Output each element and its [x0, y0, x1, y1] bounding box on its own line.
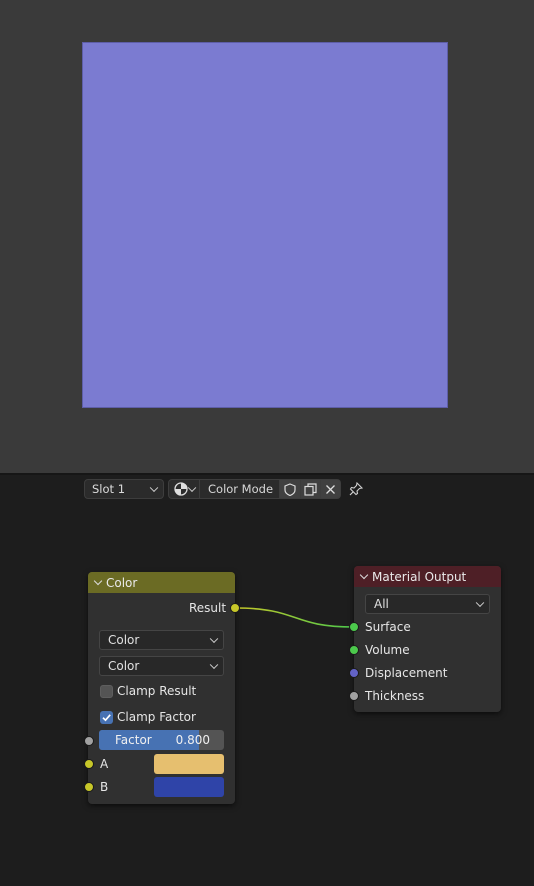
- pin-button[interactable]: [347, 480, 365, 498]
- volume-input-label: Volume: [365, 643, 410, 657]
- result-output-label: Result: [189, 601, 227, 615]
- chevron-down-icon: [149, 483, 159, 493]
- displacement-input-label: Displacement: [365, 666, 448, 680]
- clamp-result-checkbox[interactable]: [100, 685, 113, 698]
- material-preview: [82, 42, 448, 408]
- preview-area: [0, 0, 534, 473]
- blend-type-select[interactable]: Color: [99, 630, 224, 650]
- chevron-down-icon: [475, 598, 485, 608]
- output-target-select[interactable]: All: [365, 594, 490, 614]
- collapse-chevron-icon[interactable]: [359, 570, 369, 580]
- mode-button-group: Color Mode: [168, 479, 341, 499]
- chevron-down-icon: [209, 634, 219, 644]
- clamp-result-label: Clamp Result: [117, 684, 197, 698]
- duplicate-button[interactable]: [301, 479, 321, 499]
- fake-user-button[interactable]: [280, 479, 301, 499]
- color-mode-field[interactable]: Color Mode: [200, 479, 280, 499]
- collapse-chevron-icon[interactable]: [93, 576, 103, 586]
- input-a-color-swatch[interactable]: [154, 754, 224, 774]
- chevron-down-icon: [209, 660, 219, 670]
- input-a-socket[interactable]: [84, 759, 94, 769]
- clamp-factor-label: Clamp Factor: [117, 710, 196, 724]
- input-b-socket[interactable]: [84, 782, 94, 792]
- thickness-input-label: Thickness: [365, 689, 425, 703]
- shield-icon: [284, 482, 296, 496]
- input-b-color-swatch[interactable]: [154, 777, 224, 797]
- surface-input-socket[interactable]: [349, 622, 359, 632]
- color-node-header[interactable]: Color: [88, 572, 235, 593]
- blend-mode-label: Color: [108, 659, 140, 673]
- input-b-label: B: [100, 780, 109, 794]
- surface-input-label: Surface: [365, 620, 411, 634]
- thickness-input-socket[interactable]: [349, 691, 359, 701]
- pin-icon: [349, 482, 363, 496]
- close-icon: [326, 484, 335, 494]
- duplicate-icon: [304, 482, 317, 496]
- checkmark-icon: [102, 714, 111, 722]
- unlink-button[interactable]: [321, 479, 341, 499]
- color-mode-label: Color Mode: [208, 482, 274, 496]
- factor-label: Factor: [115, 733, 152, 747]
- chevron-down-icon: [187, 483, 197, 493]
- result-output-socket[interactable]: [230, 603, 240, 613]
- factor-slider[interactable]: Factor 0.800: [99, 730, 224, 750]
- material-output-title: Material Output: [372, 569, 467, 584]
- factor-input-socket[interactable]: [84, 736, 94, 746]
- slot-select-label: Slot 1: [92, 482, 126, 496]
- color-node-title: Color: [106, 575, 138, 590]
- clamp-factor-checkbox[interactable]: [100, 711, 113, 724]
- render-mode-button[interactable]: [168, 479, 200, 499]
- shading-sphere-icon: [174, 482, 188, 496]
- slot-select[interactable]: Slot 1: [84, 479, 164, 499]
- displacement-input-socket[interactable]: [349, 668, 359, 678]
- factor-value: 0.800: [175, 733, 210, 747]
- material-output-header[interactable]: Material Output: [354, 566, 501, 587]
- volume-input-socket[interactable]: [349, 645, 359, 655]
- blend-type-label: Color: [108, 633, 140, 647]
- blend-mode-select[interactable]: Color: [99, 656, 224, 676]
- input-a-label: A: [100, 757, 109, 771]
- output-target-label: All: [374, 597, 389, 611]
- node-link: [234, 607, 355, 628]
